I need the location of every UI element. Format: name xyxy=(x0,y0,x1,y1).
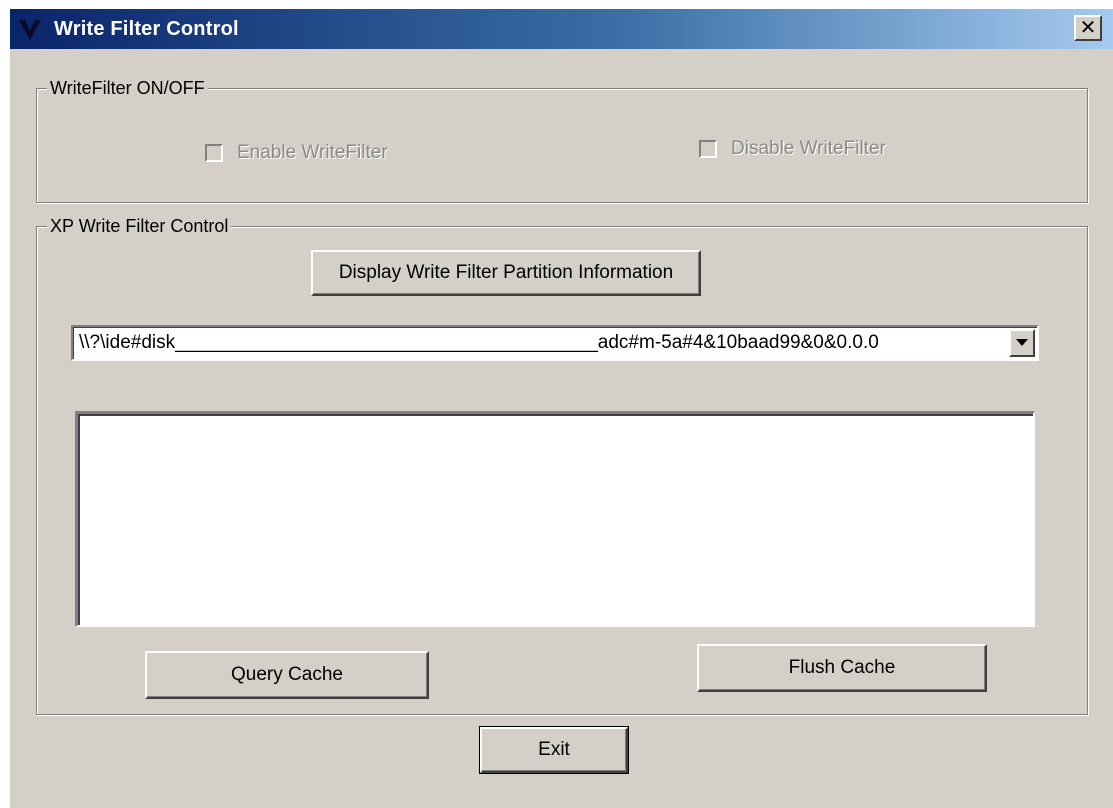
dialog-window: Write Filter Control ✕ WriteFilter ON/OF… xyxy=(9,8,1113,808)
writefilter-onoff-legend: WriteFilter ON/OFF xyxy=(47,77,208,99)
disable-writefilter-label: Disable WriteFilter xyxy=(731,138,886,159)
partition-select[interactable]: \\?\ide#disk____________________________… xyxy=(71,325,1039,361)
title-bar[interactable]: Write Filter Control ✕ xyxy=(10,9,1113,49)
xp-write-filter-group: XP Write Filter Control Display Write Fi… xyxy=(36,215,1088,715)
writefilter-onoff-group: WriteFilter ON/OFF Enable WriteFilter Di… xyxy=(36,77,1088,203)
partition-select-dropdown-button[interactable] xyxy=(1009,329,1035,357)
enable-writefilter-checkbox[interactable]: Enable WriteFilter xyxy=(205,142,388,164)
query-cache-button[interactable]: Query Cache xyxy=(145,651,429,699)
flush-cache-button[interactable]: Flush Cache xyxy=(697,644,987,692)
enable-writefilter-box[interactable] xyxy=(205,144,223,162)
partition-select-value: \\?\ide#disk____________________________… xyxy=(79,332,879,353)
display-partition-info-button[interactable]: Display Write Filter Partition Informati… xyxy=(311,250,701,296)
app-logo-icon xyxy=(19,20,41,40)
xp-write-filter-legend: XP Write Filter Control xyxy=(47,215,232,237)
disable-writefilter-checkbox[interactable]: Disable WriteFilter xyxy=(699,138,886,160)
dropdown-arrow-icon xyxy=(1016,339,1028,346)
exit-button[interactable]: Exit xyxy=(479,726,629,774)
partition-info-listbox[interactable] xyxy=(75,411,1035,627)
disable-writefilter-box[interactable] xyxy=(699,140,717,158)
close-button[interactable]: ✕ xyxy=(1074,15,1102,41)
window-title: Write Filter Control xyxy=(54,18,239,40)
enable-writefilter-label: Enable WriteFilter xyxy=(237,142,388,163)
close-icon: ✕ xyxy=(1079,15,1097,39)
